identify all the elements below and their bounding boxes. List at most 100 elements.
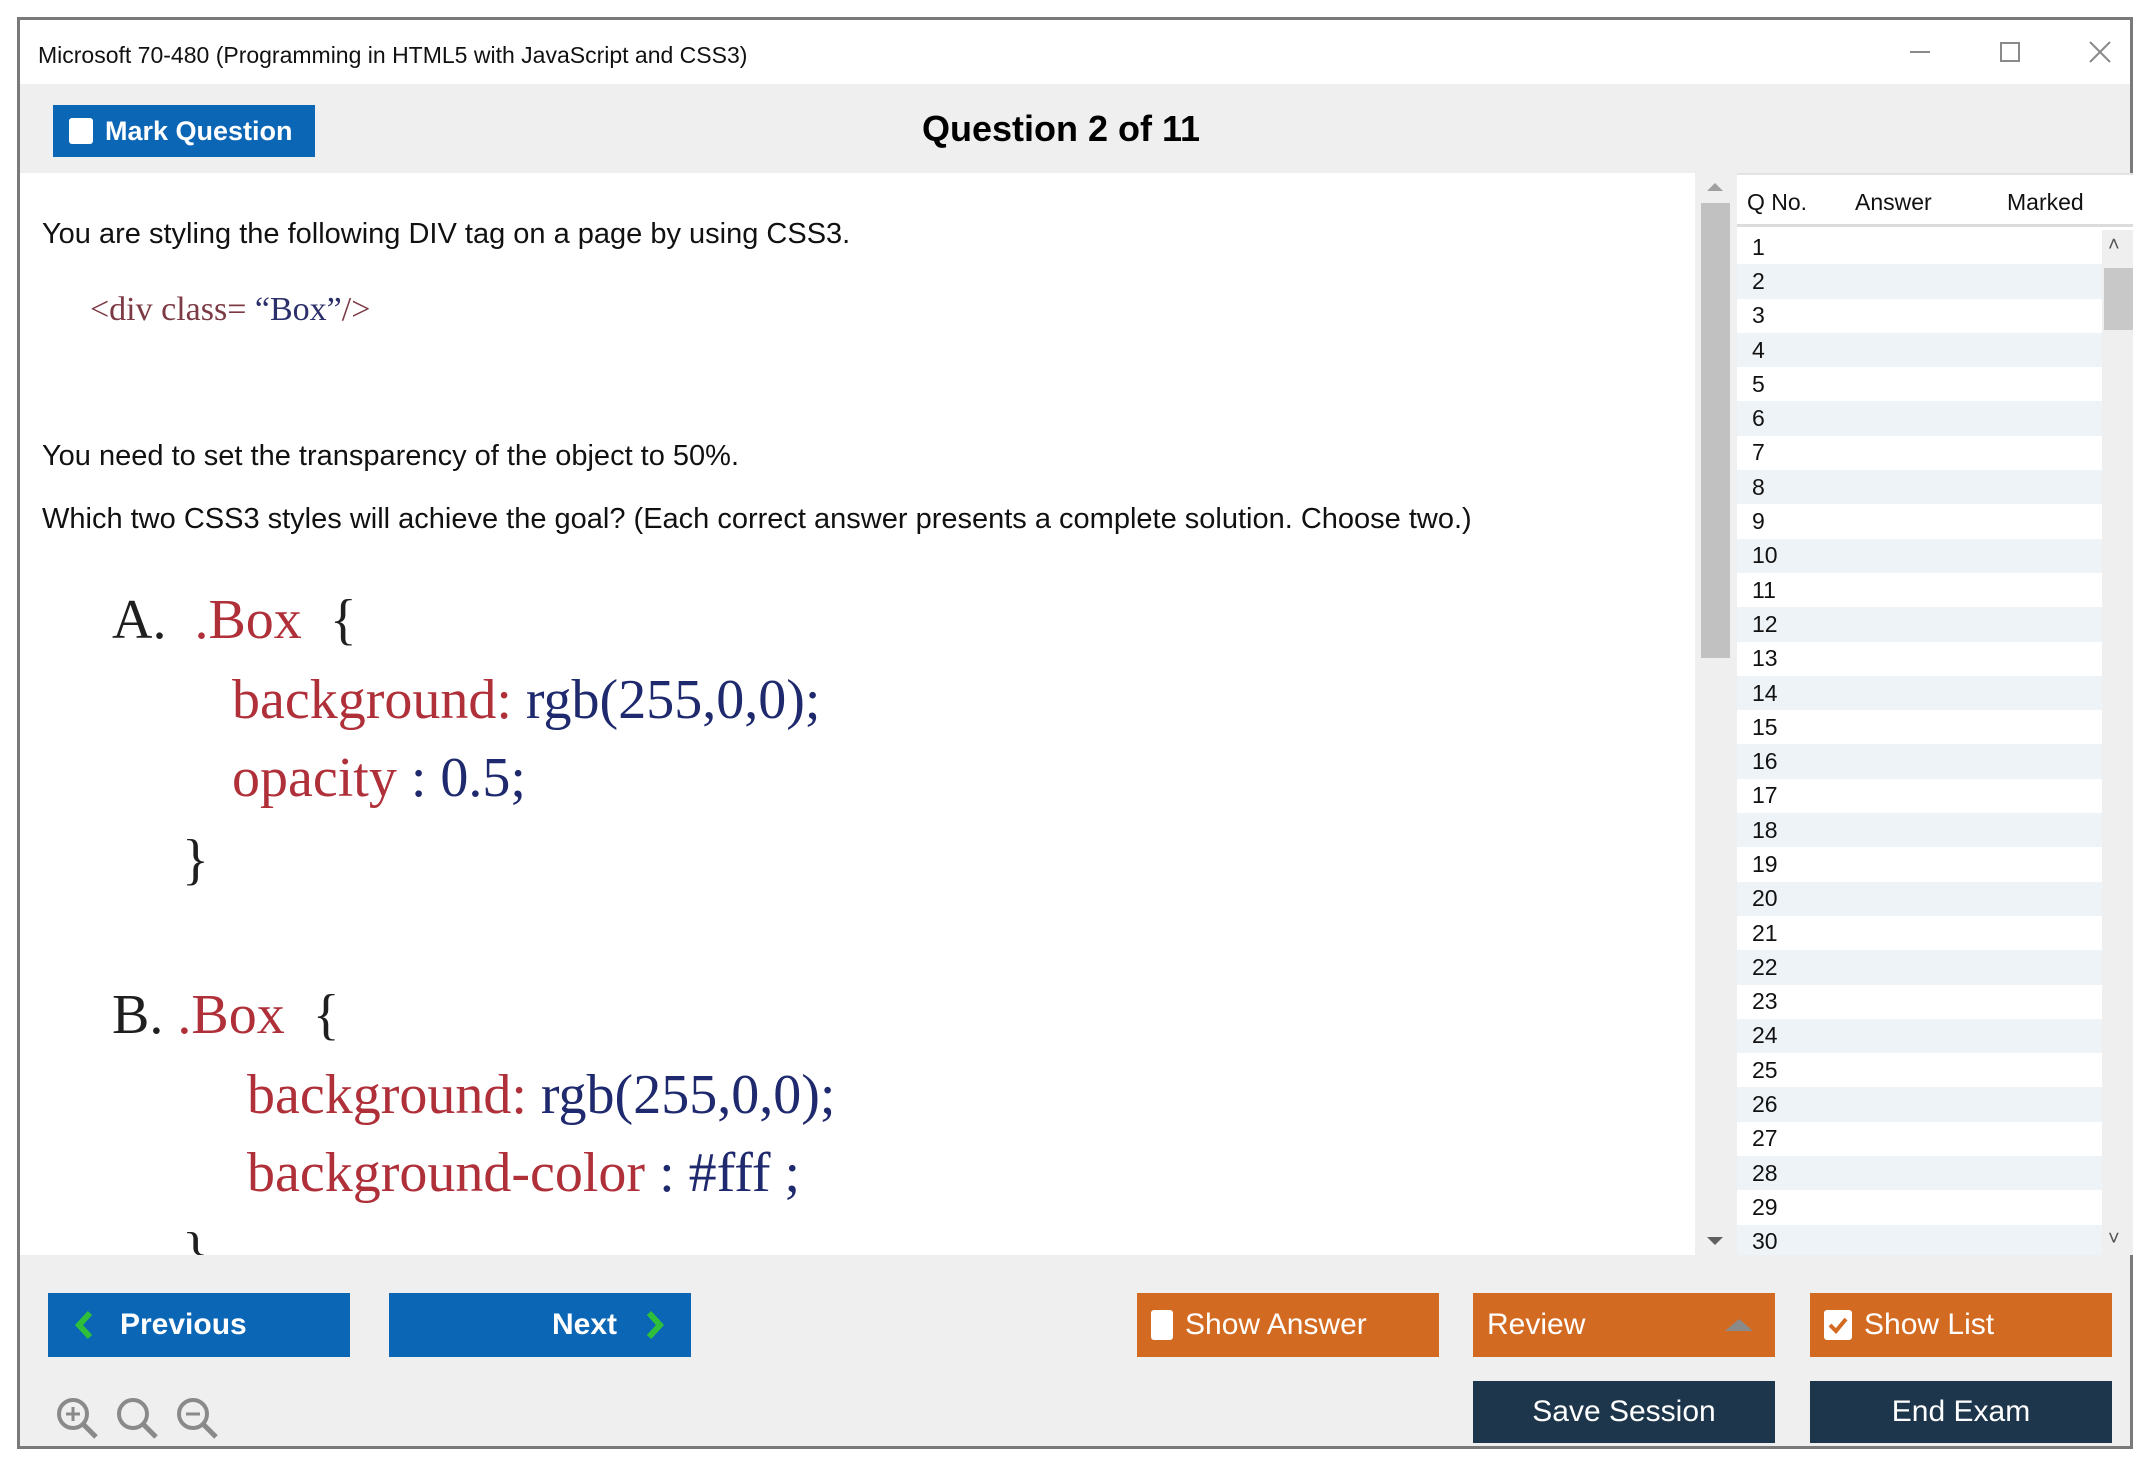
option-letter: B.	[112, 984, 164, 1046]
end-exam-button[interactable]: End Exam	[1810, 1381, 2112, 1443]
question-list-row[interactable]: 16	[1737, 744, 2102, 779]
question-list-row[interactable]: 4	[1737, 332, 2102, 368]
question-content: You are styling the following DIV tag on…	[20, 173, 1695, 1255]
question-list-row[interactable]: 7	[1737, 436, 2102, 470]
column-header-qno[interactable]: Q No.	[1747, 189, 1807, 216]
question-list-row[interactable]: 3	[1737, 299, 2102, 333]
question-number: 15	[1752, 713, 1778, 740]
question-list-row[interactable]: 5	[1737, 367, 2102, 401]
app-window: Microsoft 70-480 (Programming in HTML5 w…	[17, 17, 2133, 1449]
scroll-up-icon[interactable]	[1707, 183, 1723, 191]
question-number: 29	[1752, 1193, 1778, 1220]
question-list-row[interactable]: 1	[1737, 230, 2102, 264]
code-snippet-image: <div class= “Box”/>	[90, 291, 370, 329]
question-list-row[interactable]: 20	[1737, 881, 2102, 916]
option-open-brace: {	[312, 984, 340, 1046]
option-selector: .Box	[194, 589, 302, 651]
option-selector: .Box	[177, 984, 285, 1046]
question-list-row[interactable]: 18	[1737, 813, 2102, 848]
next-label: Next	[551, 1308, 617, 1341]
question-list-row[interactable]: 26	[1737, 1087, 2102, 1122]
option-value: : #fff ;	[645, 1142, 801, 1204]
question-list-row[interactable]: 10	[1737, 538, 2102, 573]
show-list-button[interactable]: Show List	[1810, 1293, 2112, 1357]
question-list-row[interactable]: 17	[1737, 779, 2102, 813]
zoom-in-icon[interactable]	[54, 1395, 100, 1441]
question-list-row[interactable]: 29	[1737, 1190, 2102, 1224]
option-close-brace: }	[182, 829, 209, 891]
scroll-down-icon[interactable]	[1707, 1237, 1723, 1245]
question-list-row[interactable]: 28	[1737, 1156, 2102, 1191]
question-list-row[interactable]: 12	[1737, 607, 2102, 642]
question-list-row[interactable]: 8	[1737, 470, 2102, 505]
content-scroll-thumb[interactable]	[1701, 203, 1730, 658]
question-number: 14	[1752, 679, 1778, 706]
save-session-button[interactable]: Save Session	[1473, 1381, 1775, 1443]
question-list-row[interactable]: 14	[1737, 675, 2102, 711]
question-list: 1 2 3 4 5 6 7 8 9 10 11 12 13 14 15 16 17 18 19 20 21 22 23 24 2…	[1737, 230, 2102, 1255]
chevron-right-icon	[646, 1310, 665, 1340]
question-list-scroll-thumb[interactable]	[2104, 268, 2133, 330]
minimize-button[interactable]	[1895, 30, 1945, 74]
question-number: 9	[1752, 508, 1765, 535]
zoom-out-icon[interactable]	[174, 1395, 220, 1441]
title-bar: Microsoft 70-480 (Programming in HTML5 w…	[20, 20, 2130, 84]
question-number: 27	[1752, 1125, 1778, 1152]
question-list-row[interactable]: 21	[1737, 916, 2102, 950]
question-list-row[interactable]: 9	[1737, 504, 2102, 538]
question-number: 11	[1752, 576, 1776, 603]
question-number: 26	[1752, 1091, 1778, 1118]
option-open-brace: {	[329, 589, 357, 651]
question-number: 28	[1752, 1159, 1778, 1186]
question-number: 30	[1752, 1228, 1778, 1255]
caret-up-icon	[1725, 1319, 1753, 1331]
window-title: Microsoft 70-480 (Programming in HTML5 w…	[38, 42, 748, 68]
maximize-button[interactable]	[1985, 30, 2035, 74]
previous-button[interactable]: Previous	[48, 1293, 350, 1357]
question-list-row[interactable]: 22	[1737, 950, 2102, 985]
option-a-image: A. .Box { background: rgb(255,0,0); opac…	[112, 588, 912, 908]
question-list-row[interactable]: 11	[1737, 573, 2102, 607]
question-list-scrollbar[interactable]: ˄ ˅	[2102, 230, 2133, 1255]
footer-bar: Previous Next Show Answer Review Show Li…	[20, 1255, 2130, 1446]
show-list-label: Show List	[1864, 1308, 1995, 1341]
chevron-up-icon[interactable]: ˄	[2108, 234, 2120, 257]
question-list-row[interactable]: 24	[1737, 1018, 2102, 1054]
question-list-row[interactable]: 19	[1737, 847, 2102, 881]
question-number: 25	[1752, 1056, 1778, 1083]
option-letter: A.	[112, 589, 167, 651]
show-answer-button[interactable]: Show Answer	[1137, 1293, 1439, 1357]
question-number: 6	[1752, 405, 1765, 432]
content-scrollbar[interactable]	[1695, 173, 1732, 1255]
question-list-row[interactable]: 30	[1737, 1224, 2102, 1255]
previous-label: Previous	[120, 1308, 247, 1341]
question-list-row[interactable]: 2	[1737, 264, 2102, 299]
next-button[interactable]: Next	[389, 1293, 691, 1357]
question-list-row[interactable]: 23	[1737, 985, 2102, 1019]
question-header: Mark Question Question 2 of 11	[20, 84, 2130, 173]
question-number: 22	[1752, 953, 1778, 980]
code-snippet-close: />	[341, 291, 371, 328]
column-header-marked[interactable]: Marked	[2007, 189, 2084, 216]
question-list-row[interactable]: 27	[1737, 1122, 2102, 1156]
option-value: : 0.5;	[396, 747, 526, 809]
zoom-reset-icon[interactable]	[114, 1395, 160, 1441]
maximize-icon	[2000, 42, 2020, 62]
close-button[interactable]	[2075, 30, 2125, 74]
show-list-checkbox[interactable]	[1824, 1310, 1852, 1340]
question-number: 1	[1752, 233, 1765, 260]
question-number: 13	[1752, 645, 1778, 672]
question-list-row[interactable]: 6	[1737, 401, 2102, 436]
column-header-answer[interactable]: Answer	[1855, 189, 1932, 216]
question-number: 3	[1752, 302, 1765, 329]
chevron-down-icon[interactable]: ˅	[2108, 1228, 2120, 1251]
show-answer-checkbox[interactable]	[1151, 1310, 1173, 1340]
zoom-controls	[54, 1395, 220, 1441]
question-list-row[interactable]: 25	[1737, 1053, 2102, 1087]
review-label: Review	[1487, 1308, 1586, 1341]
review-dropdown[interactable]: Review	[1473, 1293, 1775, 1357]
question-number: 17	[1752, 782, 1778, 809]
option-b-image: B. .Box { background: rgb(255,0,0); back…	[112, 983, 932, 1255]
question-list-row[interactable]: 15	[1737, 710, 2102, 744]
question-list-row[interactable]: 13	[1737, 642, 2102, 676]
